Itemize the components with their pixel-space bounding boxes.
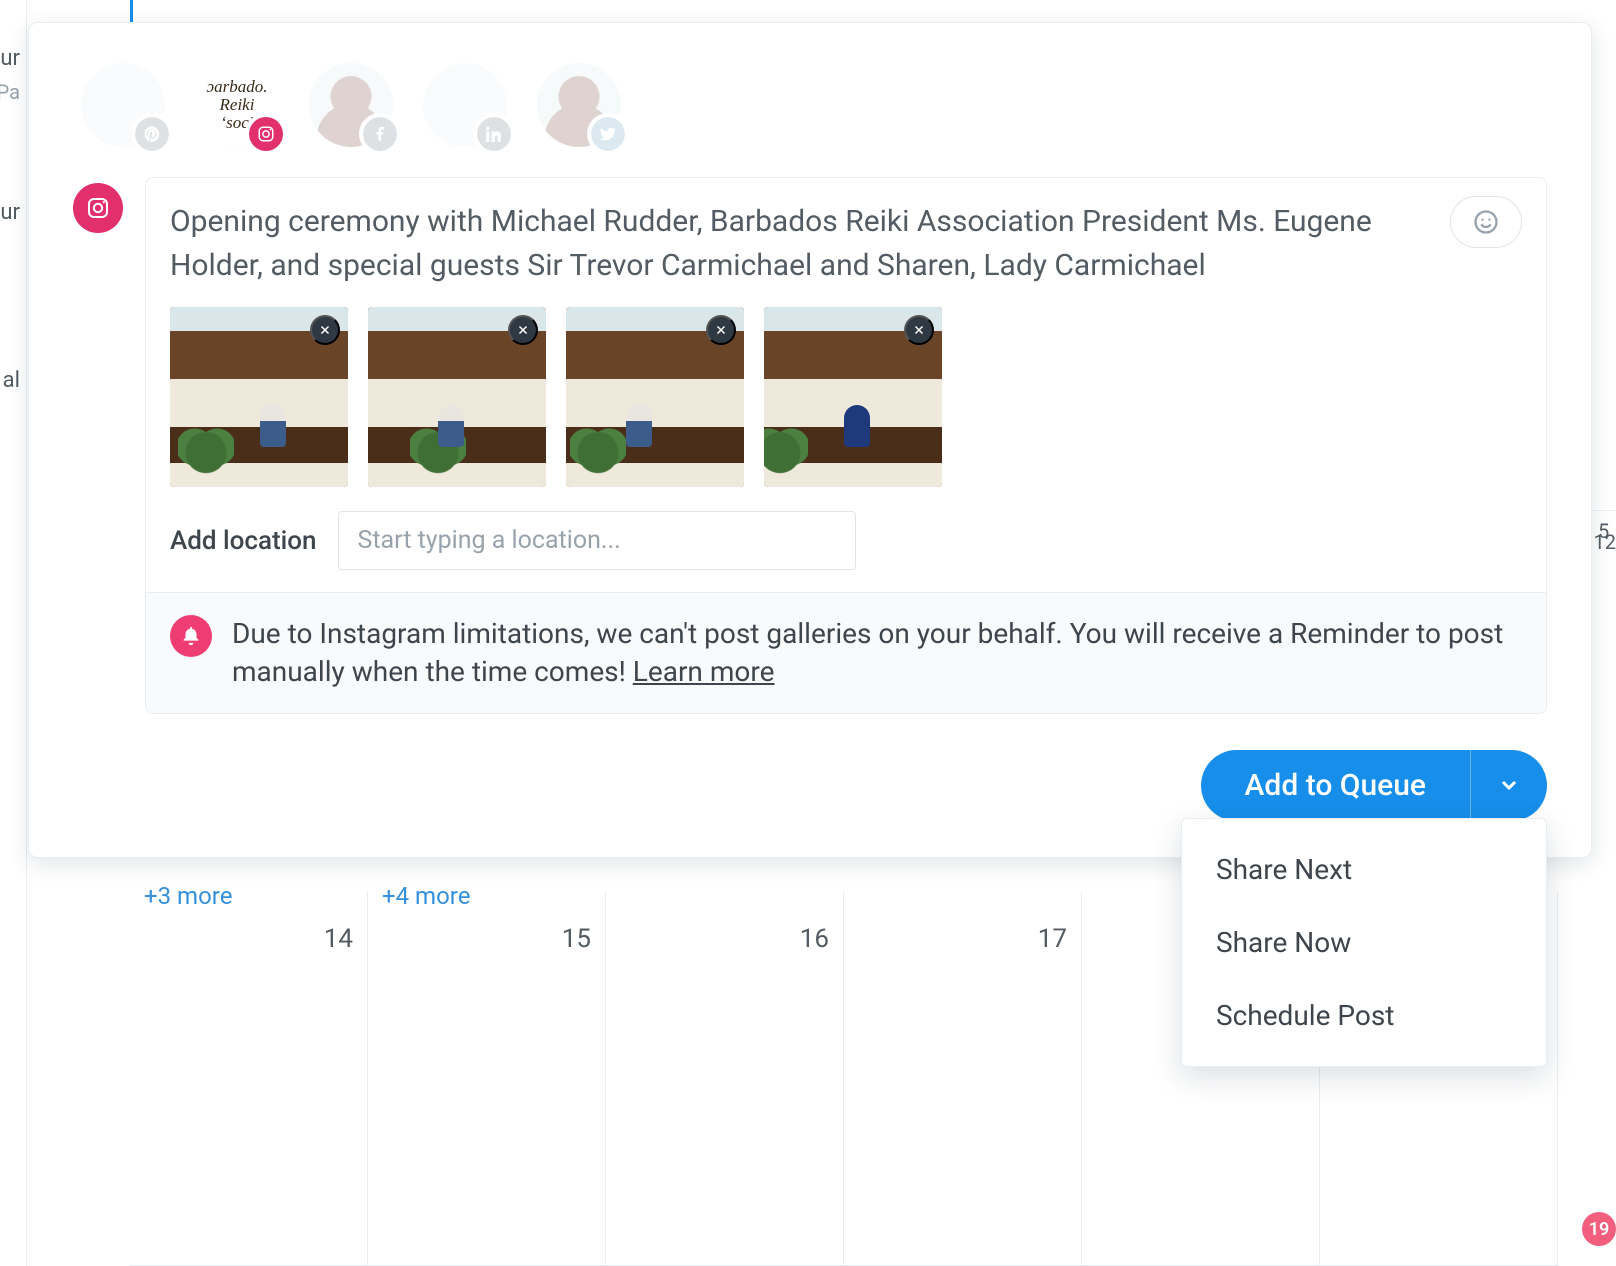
day-number: 15 bbox=[562, 924, 591, 954]
learn-more-link[interactable]: Learn more bbox=[633, 655, 775, 688]
remove-attachment-button[interactable] bbox=[508, 315, 538, 345]
remove-attachment-button[interactable] bbox=[310, 315, 340, 345]
composer-actions: Add to Queue Share Next Share Now Schedu… bbox=[29, 714, 1591, 821]
location-label: Add location bbox=[170, 526, 316, 556]
composer-card: Opening ceremony with Michael Rudder, Ba… bbox=[145, 177, 1547, 714]
chevron-down-icon bbox=[1497, 773, 1521, 797]
account-linkedin[interactable] bbox=[423, 63, 507, 147]
left-gutter-label: ur bbox=[0, 46, 20, 71]
location-row: Add location bbox=[146, 511, 1546, 592]
more-link[interactable]: +3 more bbox=[144, 882, 232, 910]
pinterest-icon bbox=[135, 117, 169, 151]
attachment-thumb[interactable] bbox=[764, 307, 942, 487]
attachment-row bbox=[146, 295, 1546, 511]
twitter-icon bbox=[591, 117, 625, 151]
attachment-thumb[interactable] bbox=[566, 307, 744, 487]
app-stage: ur Pa ur al 5 12 19 +3 more 14 TEST LIMI… bbox=[0, 0, 1616, 1266]
attachment-thumb[interactable] bbox=[368, 307, 546, 487]
add-to-queue-caret[interactable] bbox=[1470, 750, 1547, 821]
account-pinterest[interactable] bbox=[81, 63, 165, 147]
composer-modal: ɔarbado. Reiki ‘soci bbox=[28, 22, 1592, 858]
left-gutter-sublabel: Pa bbox=[0, 80, 20, 104]
linkedin-icon bbox=[477, 117, 511, 151]
smiley-icon bbox=[1472, 208, 1500, 236]
day-number: 17 bbox=[1038, 924, 1067, 954]
calendar-cell[interactable]: +3 more 14 bbox=[130, 892, 368, 1266]
more-link[interactable]: +4 more bbox=[382, 882, 470, 910]
calendar-cell[interactable]: 16 bbox=[606, 892, 844, 1266]
week-num: 12 bbox=[1594, 530, 1616, 554]
left-gutter-label: al bbox=[3, 368, 20, 393]
instagram-icon bbox=[249, 117, 283, 151]
close-icon bbox=[517, 324, 529, 336]
notice-text: Due to Instagram limitations, we can't p… bbox=[232, 615, 1522, 691]
emoji-button[interactable] bbox=[1450, 196, 1522, 248]
day-number: 16 bbox=[800, 924, 829, 954]
dropdown-item-share-next[interactable]: Share Next bbox=[1182, 833, 1546, 906]
account-selector-row: ɔarbado. Reiki ‘soci bbox=[29, 23, 1591, 153]
left-gutter-label: ur bbox=[0, 200, 20, 225]
facebook-icon bbox=[363, 117, 397, 151]
close-icon bbox=[913, 324, 925, 336]
instagram-gallery-notice: Due to Instagram limitations, we can't p… bbox=[146, 592, 1546, 713]
dropdown-item-share-now[interactable]: Share Now bbox=[1182, 906, 1546, 979]
remove-attachment-button[interactable] bbox=[706, 315, 736, 345]
account-facebook[interactable] bbox=[309, 63, 393, 147]
calendar-cell[interactable]: 17 bbox=[844, 892, 1082, 1266]
account-instagram[interactable]: ɔarbado. Reiki ‘soci bbox=[195, 63, 279, 147]
dropdown-item-schedule-post[interactable]: Schedule Post bbox=[1182, 979, 1546, 1052]
close-icon bbox=[715, 324, 727, 336]
calendar-cell[interactable]: TEST LIMITS...T... #Iam #CeliaCol... +4 … bbox=[368, 892, 606, 1266]
network-badge-instagram bbox=[73, 183, 123, 233]
remove-attachment-button[interactable] bbox=[904, 315, 934, 345]
calendar-left-gutter: ur Pa ur al bbox=[0, 0, 27, 1266]
split-button: Add to Queue bbox=[1201, 750, 1547, 821]
attachment-thumb[interactable] bbox=[170, 307, 348, 487]
caption-input[interactable]: Opening ceremony with Michael Rudder, Ba… bbox=[170, 200, 1430, 287]
actions-dropdown: Share Next Share Now Schedule Post bbox=[1181, 818, 1547, 1067]
account-twitter[interactable] bbox=[537, 63, 621, 147]
add-to-queue-button[interactable]: Add to Queue bbox=[1201, 750, 1470, 821]
composer-body: Opening ceremony with Michael Rudder, Ba… bbox=[29, 153, 1591, 714]
day-number: 14 bbox=[324, 924, 353, 954]
close-icon bbox=[319, 324, 331, 336]
bell-icon bbox=[170, 615, 212, 657]
location-input[interactable] bbox=[338, 511, 856, 570]
